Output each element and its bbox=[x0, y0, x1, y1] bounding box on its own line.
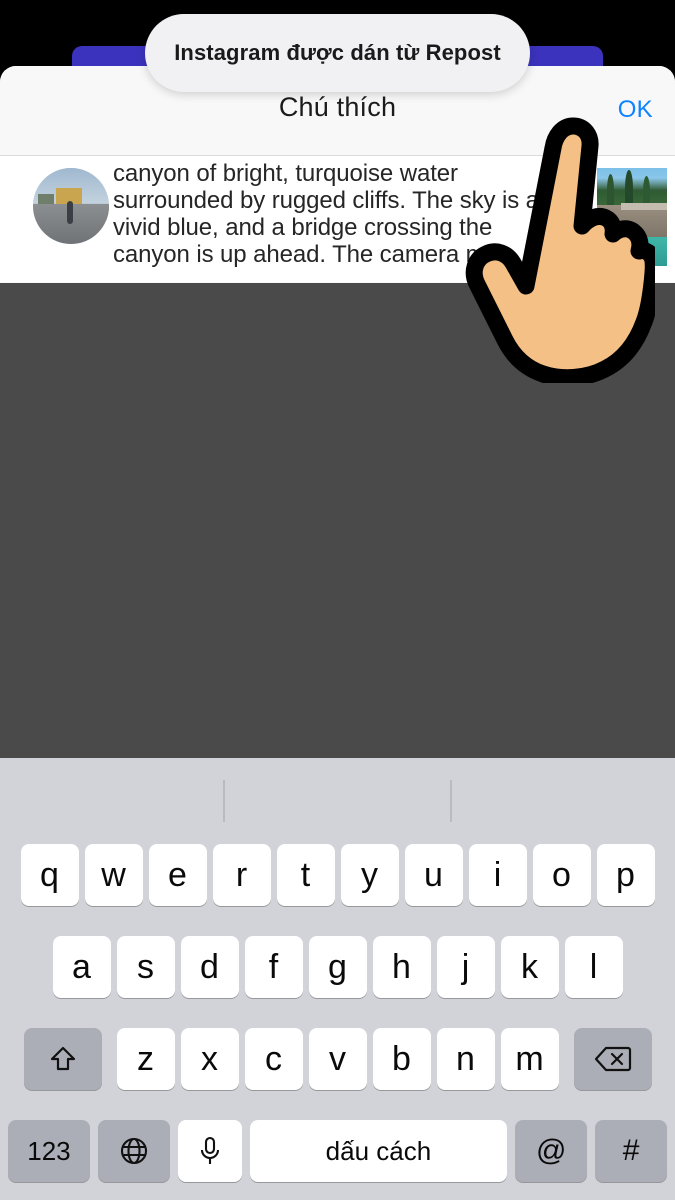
key-u[interactable]: u bbox=[404, 844, 463, 906]
thumbnail-tree bbox=[606, 173, 614, 208]
key-e[interactable]: e bbox=[148, 844, 207, 906]
space-key[interactable]: dấu cách bbox=[249, 1120, 508, 1182]
keyboard-row-4: 123 dấu cách @ # bbox=[0, 1120, 675, 1200]
post-thumbnail bbox=[597, 168, 667, 266]
microphone-icon bbox=[197, 1135, 223, 1167]
page-title: Chú thích bbox=[278, 92, 397, 122]
key-v[interactable]: v bbox=[308, 1028, 367, 1090]
shift-icon bbox=[47, 1043, 79, 1075]
key-j[interactable]: j bbox=[436, 936, 495, 998]
key-a[interactable]: a bbox=[52, 936, 111, 998]
toast-notification: Instagram được dán từ Repost bbox=[145, 14, 530, 92]
key-r[interactable]: r bbox=[212, 844, 271, 906]
key-f[interactable]: f bbox=[244, 936, 303, 998]
thumbnail-ledge bbox=[620, 203, 667, 211]
at-key[interactable]: @ bbox=[515, 1120, 588, 1182]
shift-key[interactable] bbox=[23, 1028, 102, 1090]
keyboard-row-3: z x c v b n m bbox=[0, 1028, 675, 1120]
key-s[interactable]: s bbox=[116, 936, 175, 998]
key-z[interactable]: z bbox=[116, 1028, 175, 1090]
predictive-separator bbox=[223, 780, 225, 822]
key-m[interactable]: m bbox=[500, 1028, 559, 1090]
ok-button[interactable]: OK bbox=[618, 96, 653, 124]
editor-backdrop[interactable] bbox=[0, 283, 675, 758]
thumbnail-tree bbox=[625, 169, 633, 208]
thumbnail-cliff bbox=[597, 205, 667, 239]
key-d[interactable]: d bbox=[180, 936, 239, 998]
backspace-icon bbox=[594, 1045, 632, 1073]
keyboard-row-1: q w e r t y u i o p bbox=[0, 844, 675, 936]
key-b[interactable]: b bbox=[372, 1028, 431, 1090]
thumbnail-water bbox=[597, 236, 667, 266]
key-y[interactable]: y bbox=[340, 844, 399, 906]
toast-message: Instagram được dán từ Repost bbox=[174, 40, 501, 65]
backspace-key[interactable] bbox=[573, 1028, 652, 1090]
key-o[interactable]: o bbox=[532, 844, 591, 906]
avatar-person bbox=[67, 201, 73, 225]
dictation-key[interactable] bbox=[177, 1120, 242, 1182]
avatar bbox=[33, 168, 109, 244]
globe-icon bbox=[118, 1135, 150, 1167]
key-t[interactable]: t bbox=[276, 844, 335, 906]
key-g[interactable]: g bbox=[308, 936, 367, 998]
key-k[interactable]: k bbox=[500, 936, 559, 998]
predictive-separator bbox=[450, 780, 452, 822]
numbers-key[interactable]: 123 bbox=[8, 1120, 90, 1182]
predictive-text-bar bbox=[0, 758, 675, 844]
caption-input[interactable]: canyon of bright, turquoise water surrou… bbox=[113, 160, 563, 284]
key-p[interactable]: p bbox=[596, 844, 655, 906]
on-screen-keyboard: q w e r t y u i o p a s d f g h j k l z … bbox=[0, 758, 675, 1200]
key-l[interactable]: l bbox=[564, 936, 623, 998]
phone-screen: Chú thích OK canyon of bright, turquoise… bbox=[0, 0, 675, 1200]
hash-key[interactable]: # bbox=[595, 1120, 668, 1182]
globe-key[interactable] bbox=[97, 1120, 170, 1182]
key-c[interactable]: c bbox=[244, 1028, 303, 1090]
key-i[interactable]: i bbox=[468, 844, 527, 906]
keyboard-row-2: a s d f g h j k l bbox=[0, 936, 675, 1028]
key-w[interactable]: w bbox=[84, 844, 143, 906]
key-q[interactable]: q bbox=[20, 844, 79, 906]
key-x[interactable]: x bbox=[180, 1028, 239, 1090]
key-n[interactable]: n bbox=[436, 1028, 495, 1090]
key-h[interactable]: h bbox=[372, 936, 431, 998]
